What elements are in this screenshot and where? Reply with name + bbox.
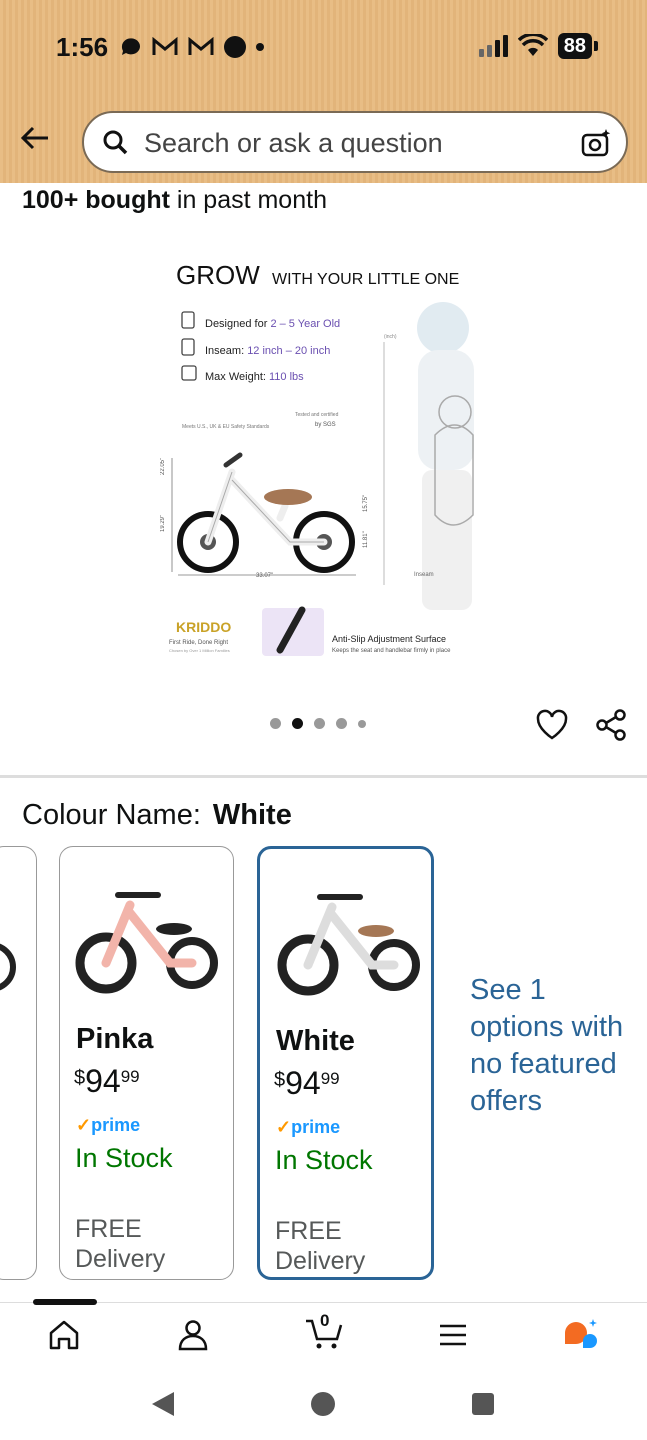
chat-bubble-icon bbox=[121, 38, 140, 55]
svg-text:(inch): (inch) bbox=[384, 334, 397, 340]
home-icon[interactable] bbox=[46, 1317, 82, 1353]
carousel-dot[interactable] bbox=[358, 719, 366, 728]
heart-icon[interactable] bbox=[535, 708, 569, 742]
variant-card-white[interactable]: White $9499 ✓prime In Stock FREE Deliver… bbox=[257, 846, 434, 1280]
prime-badge: ✓prime bbox=[76, 1115, 141, 1135]
see-more-options-link[interactable]: See 1 options with no featured offers bbox=[470, 972, 630, 1120]
cert-right2: by SGS bbox=[315, 422, 336, 428]
product-image[interactable]: GROW WITH YOUR LITTLE ONE Designed for 2… bbox=[160, 250, 500, 670]
record-dot-icon bbox=[224, 36, 246, 58]
carousel-dot[interactable] bbox=[292, 718, 303, 729]
app-header: 1:56 88 bbox=[0, 0, 647, 183]
cert-left: Meets U.S., UK & EU Safety Standards bbox=[182, 424, 270, 430]
svg-text:Chosen by Over 1 Million Famil: Chosen by Over 1 Million Families bbox=[169, 648, 230, 653]
gmail-icon bbox=[188, 37, 214, 55]
spec-list: Designed for 2 – 5 Year Old Inseam: 12 i… bbox=[181, 311, 340, 383]
svg-text:First Ride, Done Right: First Ride, Done Right bbox=[169, 640, 228, 646]
variant-card-partial[interactable] bbox=[0, 846, 37, 1280]
free-label: FREE bbox=[275, 1217, 342, 1245]
dot-icon bbox=[256, 43, 264, 51]
svg-text:Inseam: Inseam bbox=[414, 572, 434, 578]
search-bar[interactable] bbox=[82, 111, 628, 173]
variant-image bbox=[0, 943, 16, 991]
delivery-label: Delivery bbox=[75, 1245, 166, 1273]
brand-logo: KRIDDO bbox=[176, 619, 231, 635]
svg-text:Keeps the seat and handlebar f: Keeps the seat and handlebar firmly in p… bbox=[332, 648, 451, 654]
variant-price: $9499 bbox=[74, 1063, 140, 1099]
svg-text:Anti-Slip Adjustment Surface: Anti-Slip Adjustment Surface bbox=[332, 634, 446, 644]
svg-text:19.29": 19.29" bbox=[160, 515, 166, 532]
variant-price: $9499 bbox=[274, 1065, 340, 1101]
svg-text:15.75": 15.75" bbox=[363, 495, 369, 512]
share-icon[interactable] bbox=[594, 708, 628, 742]
battery-indicator: 88 bbox=[557, 33, 599, 59]
headline-small: WITH YOUR LITTLE ONE bbox=[272, 271, 459, 288]
system-home-button[interactable] bbox=[311, 1392, 335, 1416]
search-icon bbox=[103, 130, 128, 155]
account-icon[interactable] bbox=[175, 1317, 211, 1353]
carousel-dot[interactable] bbox=[336, 718, 347, 729]
menu-icon[interactable] bbox=[435, 1317, 471, 1353]
status-time: 1:56 bbox=[56, 32, 109, 62]
svg-text:33.07": 33.07" bbox=[256, 573, 273, 579]
status-bar: 1:56 88 bbox=[0, 0, 647, 96]
svg-text:22.05": 22.05" bbox=[160, 458, 166, 475]
system-back-button[interactable] bbox=[152, 1392, 174, 1416]
svg-text:Inseam: 12 inch – 20 inch: Inseam: 12 inch – 20 inch bbox=[205, 345, 330, 357]
gmail-icon bbox=[152, 37, 178, 55]
bike-infographic: GROW WITH YOUR LITTLE ONE Designed for 2… bbox=[160, 260, 474, 656]
child-figure bbox=[417, 302, 474, 610]
bike-drawing: 22.05" 19.29" 33.07" 15.75" 11.81" bbox=[160, 452, 369, 579]
delivery-label: Delivery bbox=[275, 1247, 366, 1275]
signal-icon bbox=[478, 35, 508, 57]
section-divider bbox=[0, 775, 647, 778]
svg-text:Designed for 2 – 5 Year Old: Designed for 2 – 5 Year Old bbox=[205, 318, 340, 330]
notification-icons bbox=[120, 36, 264, 58]
camera-lens-icon[interactable] bbox=[580, 127, 612, 159]
back-button[interactable] bbox=[15, 120, 55, 160]
system-navigation bbox=[0, 1370, 647, 1440]
bottom-navigation: 0 bbox=[0, 1299, 647, 1370]
variant-card-pinka[interactable]: Pinka $9499 ✓prime In Stock FREE Deliver… bbox=[59, 846, 234, 1280]
variant-name: White bbox=[276, 1025, 355, 1057]
rufus-icon[interactable] bbox=[563, 1317, 599, 1353]
back-arrow-icon bbox=[20, 126, 48, 150]
carousel-dot[interactable] bbox=[270, 718, 281, 729]
variant-image-white bbox=[277, 894, 420, 996]
cart-button[interactable]: 0 bbox=[304, 1311, 344, 1353]
variant-name: Pinka bbox=[76, 1023, 154, 1055]
headline-big: GROW bbox=[176, 260, 260, 290]
cert-right1: Tested and certified bbox=[295, 412, 339, 418]
active-tab-indicator bbox=[33, 1299, 97, 1305]
system-recents-button[interactable] bbox=[472, 1393, 494, 1415]
system-status: 88 bbox=[478, 33, 599, 59]
stock-status: In Stock bbox=[275, 1145, 373, 1175]
colour-name: Colour Name: White bbox=[22, 799, 292, 831]
svg-text:Max Weight: 110 lbs: Max Weight: 110 lbs bbox=[205, 371, 304, 383]
stock-status: In Stock bbox=[75, 1143, 173, 1173]
carousel-dot[interactable] bbox=[314, 718, 325, 729]
search-input[interactable] bbox=[144, 125, 564, 161]
free-label: FREE bbox=[75, 1215, 142, 1243]
cart-count: 0 bbox=[320, 1311, 330, 1330]
prime-badge: ✓prime bbox=[276, 1117, 341, 1137]
wifi-icon bbox=[517, 34, 548, 56]
bought-count: 100+ bought in past month bbox=[22, 186, 327, 214]
carousel-dots[interactable] bbox=[270, 718, 366, 729]
variant-image-pink bbox=[75, 892, 218, 994]
svg-text:11.81": 11.81" bbox=[363, 531, 369, 548]
